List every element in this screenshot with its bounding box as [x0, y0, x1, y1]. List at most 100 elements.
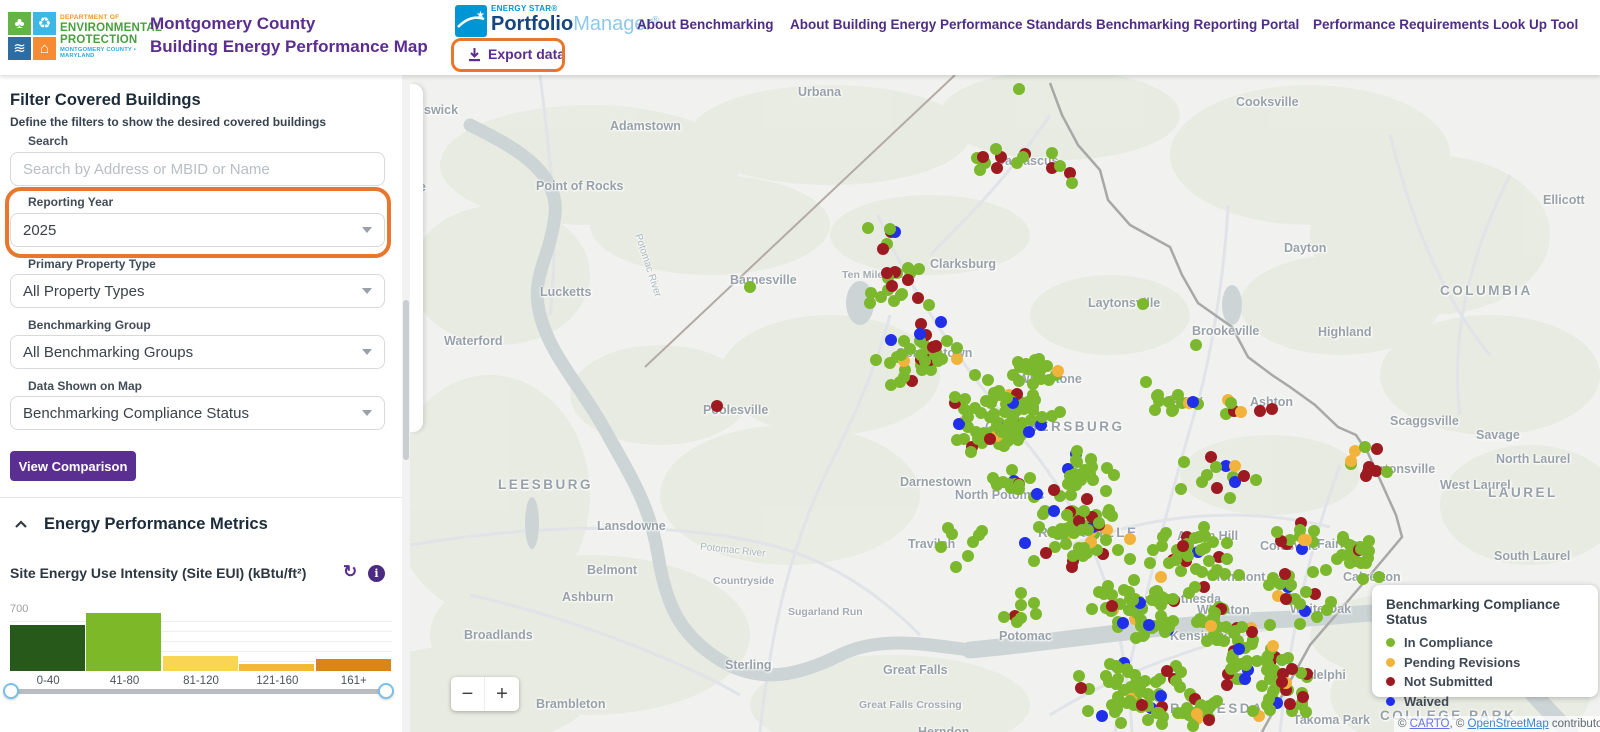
building-dot[interactable]	[1195, 544, 1207, 556]
building-dot[interactable]	[1024, 472, 1036, 484]
building-dot[interactable]	[991, 419, 1003, 431]
building-dot[interactable]	[1342, 549, 1354, 561]
building-dot[interactable]	[1147, 544, 1159, 556]
building-dot[interactable]	[1307, 566, 1319, 578]
building-dot[interactable]	[1003, 418, 1015, 430]
building-dot[interactable]	[1046, 147, 1058, 159]
building-dot[interactable]	[1247, 705, 1259, 717]
building-dot[interactable]	[1175, 666, 1187, 678]
search-input[interactable]	[10, 152, 385, 186]
building-dot[interactable]	[991, 162, 1003, 174]
refresh-icon[interactable]: ↻	[343, 562, 357, 582]
building-dot[interactable]	[1006, 464, 1018, 476]
building-dot[interactable]	[870, 354, 882, 366]
building-dot[interactable]	[1221, 679, 1233, 691]
building-dot[interactable]	[1015, 599, 1027, 611]
building-dot[interactable]	[1178, 456, 1190, 468]
nav-performance-requirements-tool[interactable]: Performance Requirements Look Up Tool	[1313, 17, 1578, 32]
building-dot[interactable]	[1381, 466, 1393, 478]
building-dot[interactable]	[1280, 593, 1292, 605]
nav-about-beps[interactable]: About Building Energy Performance Standa…	[790, 17, 1092, 32]
building-dot[interactable]	[1219, 568, 1231, 580]
building-dot[interactable]	[885, 379, 897, 391]
info-icon[interactable]: i	[368, 565, 385, 582]
building-dot[interactable]	[1254, 405, 1266, 417]
building-dot[interactable]	[962, 550, 974, 562]
portfolio-manager-logo[interactable]: ★ ENERGY STAR® PortfolioManager®	[455, 5, 659, 37]
building-dot[interactable]	[1233, 569, 1245, 581]
building-dot[interactable]	[1331, 553, 1343, 565]
building-dot[interactable]	[1320, 564, 1332, 576]
building-dot[interactable]	[1155, 690, 1167, 702]
zoom-out-button[interactable]: −	[451, 677, 485, 711]
building-dot[interactable]	[1271, 526, 1283, 538]
histogram-bar[interactable]	[10, 625, 85, 671]
building-dot[interactable]	[1183, 587, 1195, 599]
building-dot[interactable]	[1160, 527, 1172, 539]
histogram-bar[interactable]	[86, 613, 161, 671]
building-dot[interactable]	[1124, 533, 1136, 545]
building-dot[interactable]	[1321, 604, 1333, 616]
zoom-in-button[interactable]: +	[485, 677, 519, 711]
building-dot[interactable]	[1174, 681, 1186, 693]
building-dot[interactable]	[1297, 691, 1309, 703]
building-dot[interactable]	[1140, 376, 1152, 388]
building-dot[interactable]	[998, 611, 1010, 623]
building-dot[interactable]	[1190, 339, 1202, 351]
building-dot[interactable]	[973, 529, 985, 541]
building-dot[interactable]	[1204, 701, 1216, 713]
building-dot[interactable]	[1235, 406, 1247, 418]
building-dot[interactable]	[930, 340, 942, 352]
osm-link[interactable]: OpenStreetMap	[1468, 718, 1549, 730]
building-dot[interactable]	[1203, 555, 1215, 567]
building-dot[interactable]	[1013, 83, 1025, 95]
building-dot[interactable]	[885, 334, 897, 346]
building-dot[interactable]	[1015, 612, 1027, 624]
sidebar-scrollbar-thumb[interactable]	[403, 300, 409, 460]
property-type-select[interactable]: All Property Types	[10, 274, 385, 308]
building-dot[interactable]	[935, 541, 947, 553]
building-dot[interactable]	[951, 353, 963, 365]
building-dot[interactable]	[1082, 705, 1094, 717]
building-dot[interactable]	[975, 407, 987, 419]
dep-logo[interactable]: ♣ ♻ ≋ ⌂ DEPARTMENT OF ENVIRONMENTAL PROT…	[8, 12, 148, 62]
building-dot[interactable]	[965, 446, 977, 458]
building-dot[interactable]	[1033, 521, 1045, 533]
building-dot[interactable]	[1102, 507, 1114, 519]
building-dot[interactable]	[915, 349, 927, 361]
building-dot[interactable]	[1157, 711, 1169, 723]
building-dot[interactable]	[935, 316, 947, 328]
building-dot[interactable]	[1127, 594, 1139, 606]
building-dot[interactable]	[1144, 557, 1156, 569]
building-dot[interactable]	[1106, 600, 1118, 612]
building-dot[interactable]	[1279, 568, 1291, 580]
building-dot[interactable]	[1276, 654, 1288, 666]
building-dot[interactable]	[950, 561, 962, 573]
building-dot[interactable]	[1266, 403, 1278, 415]
building-dot[interactable]	[1117, 617, 1129, 629]
building-dot[interactable]	[1360, 557, 1372, 569]
building-dot[interactable]	[711, 400, 723, 412]
building-dot[interactable]	[1001, 392, 1013, 404]
building-dot[interactable]	[881, 267, 893, 279]
building-dot[interactable]	[1229, 460, 1241, 472]
building-dot[interactable]	[1150, 676, 1162, 688]
building-dot[interactable]	[1078, 505, 1090, 517]
building-dot[interactable]	[1096, 710, 1108, 722]
building-dot[interactable]	[1155, 571, 1167, 583]
building-dot[interactable]	[1086, 603, 1098, 615]
building-dot[interactable]	[936, 353, 948, 365]
building-dot[interactable]	[1203, 714, 1215, 726]
building-dot[interactable]	[1357, 573, 1369, 585]
building-dot[interactable]	[1124, 553, 1136, 565]
building-dot[interactable]	[988, 408, 1000, 420]
building-dot[interactable]	[1363, 461, 1375, 473]
building-dot[interactable]	[1250, 474, 1262, 486]
building-dot[interactable]	[1229, 661, 1241, 673]
building-dot[interactable]	[1146, 594, 1158, 606]
building-dot[interactable]	[1294, 618, 1306, 630]
building-dot[interactable]	[1061, 509, 1073, 521]
metrics-section-header[interactable]: Energy Performance Metrics	[14, 515, 268, 534]
building-dot[interactable]	[1224, 492, 1236, 504]
building-dot[interactable]	[987, 472, 999, 484]
